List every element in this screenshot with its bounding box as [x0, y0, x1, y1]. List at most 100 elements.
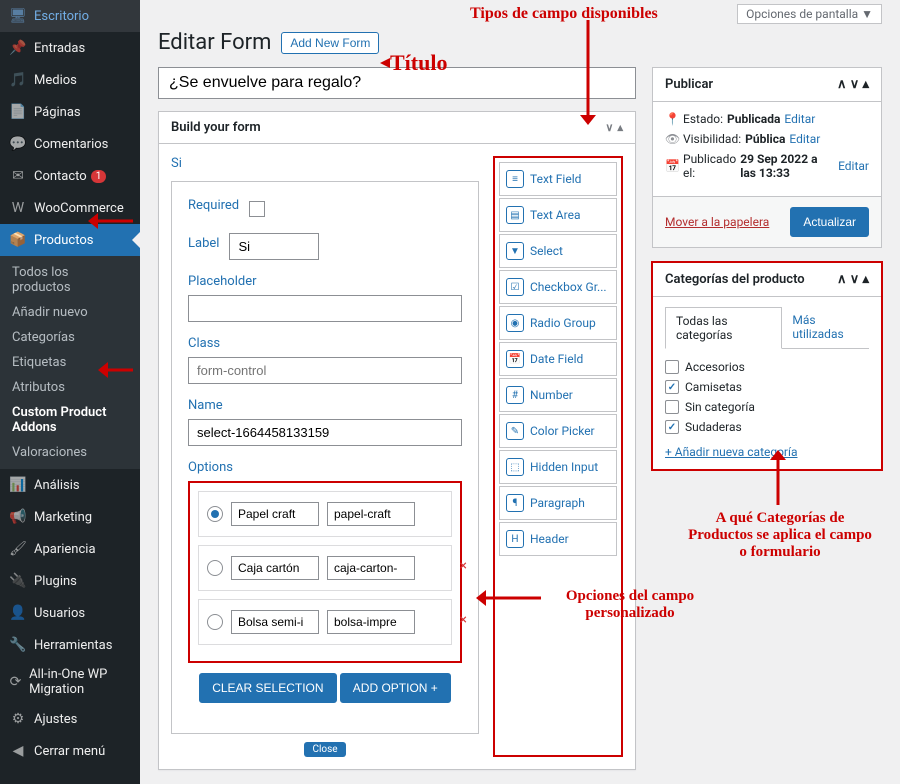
- sidebar-sub-todos-los-productos[interactable]: Todos los productos: [0, 260, 140, 300]
- sidebar-sub-categorías[interactable]: Categorías: [0, 325, 140, 350]
- required-checkbox[interactable]: [249, 201, 265, 217]
- chevron-down-icon[interactable]: ∨: [850, 77, 860, 92]
- sidebar-item-páginas[interactable]: 📄Páginas: [0, 96, 140, 128]
- category-checkbox[interactable]: [665, 420, 679, 434]
- status-edit-link[interactable]: Editar: [784, 112, 815, 126]
- form-title-input[interactable]: [158, 67, 636, 99]
- update-button[interactable]: Actualizar: [790, 207, 869, 237]
- badge: 1: [91, 170, 107, 183]
- palette-radio-group[interactable]: ◉Radio Group: [499, 306, 617, 340]
- sidebar-item-apariencia[interactable]: 🖌 Apariencia: [0, 533, 140, 565]
- option-value-input[interactable]: [327, 556, 415, 580]
- name-label: Name: [188, 398, 462, 413]
- option-delete-icon[interactable]: ×: [460, 558, 467, 574]
- chevron-up-icon[interactable]: ∧: [837, 272, 847, 287]
- field-type-icon: ▤: [506, 206, 524, 224]
- sidebar-item-herramientas[interactable]: 🔧Herramientas: [0, 629, 140, 661]
- sidebar-item-plugins[interactable]: 🔌Plugins: [0, 565, 140, 597]
- menu-icon: 🖌: [8, 539, 28, 559]
- sidebar-item-usuarios[interactable]: 👤 Usuarios: [0, 597, 140, 629]
- palette-hidden-input[interactable]: ⬚Hidden Input: [499, 450, 617, 484]
- sidebar-item-comentarios[interactable]: 💬Comentarios: [0, 128, 140, 160]
- category-checkbox[interactable]: [665, 360, 679, 374]
- panel-toggle-icon[interactable]: ▴: [862, 272, 869, 287]
- field-type-label: Date Field: [530, 352, 583, 366]
- palette-number[interactable]: #Number: [499, 378, 617, 412]
- add-new-form-button[interactable]: Add New Form: [281, 32, 379, 54]
- sidebar-item-contacto[interactable]: ✉Contacto1: [0, 160, 140, 192]
- clear-selection-button[interactable]: CLEAR SELECTION: [199, 673, 336, 703]
- sidebar-item-all-in-one-wp-migration[interactable]: ⟳All-in-One WP Migration: [0, 661, 140, 703]
- menu-icon: ⚙: [8, 709, 28, 729]
- class-input[interactable]: [188, 357, 462, 384]
- sidebar-item-label: Usuarios: [34, 606, 85, 621]
- option-label-input[interactable]: [231, 556, 319, 580]
- option-radio[interactable]: [207, 506, 223, 522]
- option-value-input[interactable]: [327, 502, 415, 526]
- tab-all-categories[interactable]: Todas las categorías: [665, 307, 782, 349]
- topbar: Opciones de pantalla ▼: [158, 0, 882, 28]
- option-radio[interactable]: [207, 560, 223, 576]
- sidebar-sub-valoraciones[interactable]: Valoraciones: [0, 440, 140, 465]
- placeholder-input[interactable]: [188, 295, 462, 322]
- sidebar-rest: 📊Análisis📢Marketing 🖌 Apariencia 🔌Plugins 👤 U…: [0, 469, 140, 767]
- palette-paragraph[interactable]: ¶Paragraph: [499, 486, 617, 520]
- sidebar-item-ajustes[interactable]: ⚙Ajustes: [0, 703, 140, 735]
- placeholder-label: Placeholder: [188, 274, 462, 289]
- field-type-label: Select: [530, 244, 563, 258]
- panel-toggle-icon[interactable]: ▴: [617, 121, 623, 134]
- label-input[interactable]: [229, 233, 319, 260]
- palette-date-field[interactable]: 📅Date Field: [499, 342, 617, 376]
- field-type-icon: H: [506, 530, 524, 548]
- field-type-icon: ☑: [506, 278, 524, 296]
- option-label-input[interactable]: [231, 502, 319, 526]
- sidebar-item-medios[interactable]: 🎵Medios: [0, 64, 140, 96]
- field-type-icon: ≡: [506, 170, 524, 188]
- category-label: Sudaderas: [685, 420, 742, 434]
- category-list: AccesoriosCamisetasSin categoríaSudadera…: [665, 349, 869, 445]
- sidebar-item-entradas[interactable]: 📌Entradas: [0, 32, 140, 64]
- category-item: Accesorios: [665, 357, 869, 377]
- published-edit-link[interactable]: Editar: [838, 159, 869, 173]
- tab-most-used[interactable]: Más utilizadas: [782, 307, 869, 348]
- screen-options-button[interactable]: Opciones de pantalla ▼: [737, 4, 882, 24]
- option-delete-icon[interactable]: ×: [460, 612, 467, 628]
- sidebar-item-cerrar-menú[interactable]: ◀Cerrar menú: [0, 735, 140, 767]
- sidebar-item-label: Apariencia: [34, 542, 96, 557]
- category-checkbox[interactable]: [665, 400, 679, 414]
- palette-checkbox-gr-[interactable]: ☑Checkbox Gr...: [499, 270, 617, 304]
- chevron-up-icon[interactable]: ∧: [837, 77, 847, 92]
- sidebar-item-escritorio[interactable]: 🖥Escritorio: [0, 0, 140, 32]
- sidebar-item-label: Medios: [34, 73, 77, 88]
- field-type-label: Color Picker: [530, 424, 595, 438]
- category-checkbox[interactable]: [665, 380, 679, 394]
- sidebar-item-análisis[interactable]: 📊Análisis: [0, 469, 140, 501]
- close-button[interactable]: Close: [304, 742, 345, 757]
- palette-header[interactable]: HHeader: [499, 522, 617, 556]
- trash-link[interactable]: Mover a la papelera: [665, 215, 769, 229]
- palette-color-picker[interactable]: ✎Color Picker: [499, 414, 617, 448]
- panel-collapse-icon[interactable]: ∨: [605, 121, 613, 134]
- chevron-down-icon[interactable]: ∨: [850, 272, 860, 287]
- sidebar-item-label: Escritorio: [34, 9, 89, 24]
- palette-text-area[interactable]: ▤Text Area: [499, 198, 617, 232]
- add-option-button[interactable]: ADD OPTION +: [340, 673, 451, 703]
- field-type-icon: #: [506, 386, 524, 404]
- sidebar-sub-custom-product-addons[interactable]: Custom Product Addons: [0, 400, 140, 440]
- sidebar-item-woocommerce[interactable]: WWooCommerce: [0, 192, 140, 224]
- option-radio[interactable]: [207, 614, 223, 630]
- option-value-input[interactable]: [327, 610, 415, 634]
- palette-text-field[interactable]: ≡Text Field: [499, 162, 617, 196]
- palette-select[interactable]: ▼Select: [499, 234, 617, 268]
- sidebar-sub-atributos[interactable]: Atributos: [0, 375, 140, 400]
- sidebar-item-productos[interactable]: 📦Productos: [0, 224, 140, 256]
- sidebar-sub-etiquetas[interactable]: Etiquetas: [0, 350, 140, 375]
- panel-toggle-icon[interactable]: ▴: [862, 77, 869, 92]
- option-label-input[interactable]: [231, 610, 319, 634]
- sidebar-item-marketing[interactable]: 📢Marketing: [0, 501, 140, 533]
- add-category-link[interactable]: + Añadir nueva categoría: [665, 445, 798, 459]
- menu-icon: 👤: [8, 603, 28, 623]
- sidebar-sub-añadir-nuevo[interactable]: Añadir nuevo: [0, 300, 140, 325]
- visibility-edit-link[interactable]: Editar: [789, 132, 820, 146]
- name-input[interactable]: [188, 419, 462, 446]
